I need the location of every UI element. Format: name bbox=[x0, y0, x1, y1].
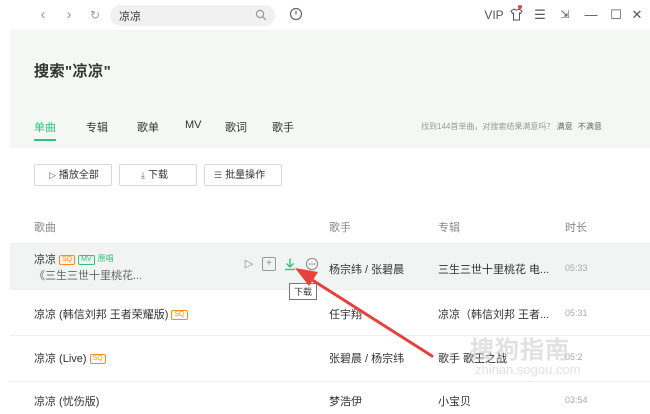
watermark-logo: 搜狗指南 bbox=[470, 337, 570, 364]
table-row[interactable]: 凉凉 (忧伤版) 梦浩伊 小宝贝 03:54 bbox=[10, 381, 650, 414]
play-icon[interactable]: ▷ bbox=[242, 257, 256, 271]
minimize-icon[interactable]: — bbox=[584, 5, 598, 25]
title-bar: ‹ › ↻ VIP ☰ ⇲ — ☐ ✕ bbox=[0, 0, 650, 30]
singer-cell[interactable]: 任宇翔 bbox=[329, 306, 362, 322]
column-duration[interactable]: 时长 bbox=[565, 219, 587, 235]
menu-icon[interactable]: ☰ bbox=[533, 5, 547, 25]
maximize-icon[interactable]: ☐ bbox=[608, 5, 624, 25]
album-cell[interactable]: 小宝贝 bbox=[438, 393, 471, 409]
singer-cell[interactable]: 梦浩伊 bbox=[329, 393, 362, 409]
song-title-cell: 凉凉 SQ MV 原唱 bbox=[34, 251, 114, 267]
sq-badge: SQ bbox=[89, 354, 106, 364]
refresh-icon[interactable]: ↻ bbox=[86, 6, 104, 24]
mini-mode-icon[interactable]: ⇲ bbox=[557, 5, 573, 25]
more-options-icon[interactable] bbox=[305, 257, 319, 271]
notification-dot bbox=[518, 5, 522, 9]
back-arrow-icon[interactable]: ‹ bbox=[34, 6, 52, 24]
active-tab-indicator bbox=[34, 139, 56, 141]
sq-badge: SQ bbox=[59, 255, 76, 265]
column-song[interactable]: 歌曲 bbox=[34, 219, 56, 235]
duration-cell: 03:54 bbox=[565, 395, 588, 405]
search-box[interactable] bbox=[110, 5, 275, 26]
tab-playlists[interactable]: 歌单 bbox=[137, 119, 159, 135]
song-title[interactable]: 凉凉 bbox=[34, 254, 56, 266]
column-singer[interactable]: 歌手 bbox=[329, 219, 351, 235]
download-icon[interactable] bbox=[283, 257, 297, 271]
duration-cell: 05:31 bbox=[565, 308, 588, 318]
album-cell[interactable]: 凉凉（韩信刘邦 王者... bbox=[438, 306, 549, 322]
album-cell[interactable]: 三生三世十里桃花 电... bbox=[438, 261, 549, 277]
mv-badge[interactable]: MV bbox=[78, 255, 95, 265]
unsatisfied-link[interactable]: 不满意 bbox=[578, 122, 602, 131]
batch-list-icon: ☰ bbox=[214, 170, 223, 180]
satisfied-link[interactable]: 满意 bbox=[557, 122, 573, 131]
column-album[interactable]: 专辑 bbox=[438, 219, 460, 235]
tab-singers[interactable]: 歌手 bbox=[272, 119, 294, 135]
search-icon[interactable] bbox=[255, 9, 267, 21]
song-subtitle: 《三生三世十里桃花... bbox=[34, 270, 143, 282]
tab-albums[interactable]: 专辑 bbox=[86, 119, 108, 135]
download-button[interactable]: ⤓ 下载 bbox=[119, 164, 197, 186]
batch-label: 批量操作 bbox=[225, 170, 266, 181]
add-icon[interactable]: + bbox=[262, 257, 276, 271]
result-feedback: 找到144首单曲，对搜索结果满意吗？ 满意 不满意 bbox=[421, 121, 602, 132]
skin-shirt-icon[interactable] bbox=[510, 8, 523, 21]
download-tooltip: 下载 bbox=[289, 283, 318, 300]
table-row[interactable]: 凉凉 SQ MV 原唱 《三生三世十里桃花... ▷ + 杨宗纬 / 张碧晨 三生三世… bbox=[10, 243, 650, 289]
search-input[interactable] bbox=[119, 7, 249, 24]
song-title[interactable]: 凉凉 (忧伤版) bbox=[34, 396, 99, 408]
batch-operation-button[interactable]: ☰ 批量操作 bbox=[204, 164, 282, 186]
download-label: 下载 bbox=[147, 170, 168, 181]
sq-badge: SQ bbox=[171, 310, 188, 320]
song-title-cell: 凉凉 (Live) SQ bbox=[34, 350, 106, 366]
play-all-button[interactable]: ▷ 播放全部 bbox=[34, 164, 112, 186]
tab-lyrics[interactable]: 歌词 bbox=[225, 119, 247, 135]
duration-cell: 05:33 bbox=[565, 263, 588, 273]
table-row[interactable]: 凉凉 (韩信刘邦 王者荣耀版) SQ 任宇翔 凉凉（韩信刘邦 王者... 05:3… bbox=[10, 289, 650, 335]
tab-mv[interactable]: MV bbox=[185, 119, 202, 131]
song-title-cell: 凉凉 (韩信刘邦 王者荣耀版) SQ bbox=[34, 306, 188, 322]
play-icon: ▷ bbox=[49, 170, 56, 180]
history-clock-icon[interactable] bbox=[289, 7, 303, 21]
result-count-text: 找到144首单曲，对搜索结果满意吗？ bbox=[421, 122, 555, 131]
song-title-cell: 凉凉 (忧伤版) bbox=[34, 393, 99, 409]
original-badge: 原唱 bbox=[97, 254, 114, 263]
close-icon[interactable]: ✕ bbox=[630, 5, 644, 25]
page-title: 搜索"凉凉" bbox=[34, 63, 112, 80]
watermark-url: zhinan.sogou.com bbox=[475, 362, 581, 377]
forward-arrow-icon[interactable]: › bbox=[60, 6, 78, 24]
tab-songs[interactable]: 单曲 bbox=[34, 119, 56, 135]
singer-cell[interactable]: 张碧晨 / 杨宗纬 bbox=[329, 350, 404, 366]
singer-cell[interactable]: 杨宗纬 / 张碧晨 bbox=[329, 261, 404, 277]
song-title[interactable]: 凉凉 (Live) bbox=[34, 353, 87, 365]
vip-label[interactable]: VIP bbox=[483, 5, 505, 25]
download-icon: ⤓ bbox=[141, 170, 145, 180]
song-title[interactable]: 凉凉 (韩信刘邦 王者荣耀版) bbox=[34, 309, 168, 321]
play-all-label: 播放全部 bbox=[58, 170, 99, 181]
